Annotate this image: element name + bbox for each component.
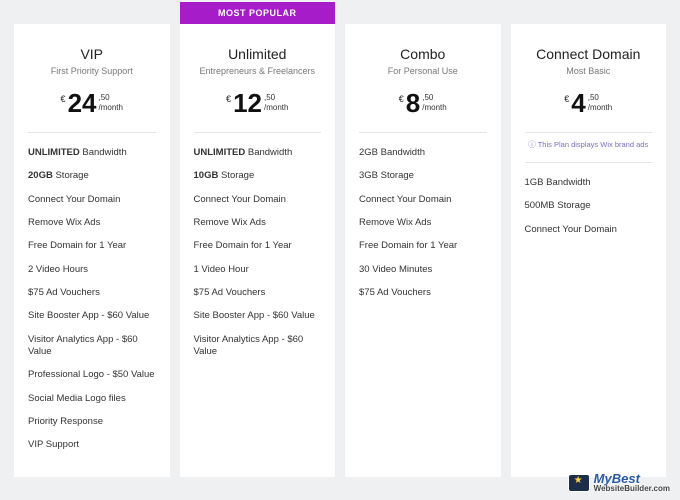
- feature-item: Visitor Analytics App - $60 Value: [194, 334, 322, 359]
- divider: [28, 132, 156, 133]
- price-integer: 12: [233, 90, 262, 116]
- divider: [525, 162, 653, 163]
- plan-subtitle: First Priority Support: [28, 66, 156, 76]
- feature-item: Free Domain for 1 Year: [28, 240, 156, 252]
- plan-subtitle: Most Basic: [525, 66, 653, 76]
- currency-symbol: €: [226, 90, 231, 104]
- feature-item: Remove Wix Ads: [28, 217, 156, 229]
- plan-name: Connect Domain: [525, 46, 653, 62]
- feature-item: VIP Support: [28, 439, 156, 451]
- feature-item: Visitor Analytics App - $60 Value: [28, 334, 156, 359]
- feature-item: 30 Video Minutes: [359, 264, 487, 276]
- feature-item: Priority Response: [28, 416, 156, 428]
- price-integer: 24: [68, 90, 97, 116]
- plan-price: € 12 ,50 /month: [194, 90, 322, 116]
- plan-name: VIP: [28, 46, 156, 62]
- price-period: /month: [588, 103, 612, 113]
- feature-item: 1 Video Hour: [194, 264, 322, 276]
- feature-item: 1GB Bandwidth: [525, 177, 653, 189]
- feature-item: Connect Your Domain: [359, 194, 487, 206]
- feature-item: 2 Video Hours: [28, 264, 156, 276]
- divider: [359, 132, 487, 133]
- plan-subtitle: For Personal Use: [359, 66, 487, 76]
- currency-symbol: €: [399, 90, 404, 104]
- feature-item: Connect Your Domain: [28, 194, 156, 206]
- currency-symbol: €: [564, 90, 569, 104]
- feature-item: $75 Ad Vouchers: [194, 287, 322, 299]
- feature-item: $75 Ad Vouchers: [359, 287, 487, 299]
- watermark-line2: WebsiteBuilder.com: [594, 485, 670, 492]
- feature-item: 10GB Storage: [194, 170, 322, 182]
- feature-item: 20GB Storage: [28, 170, 156, 182]
- plan-name: Unlimited: [194, 46, 322, 62]
- plan-price: € 8 ,50 /month: [359, 90, 487, 116]
- feature-item: Professional Logo - $50 Value: [28, 369, 156, 381]
- feature-item: Connect Your Domain: [194, 194, 322, 206]
- pricing-grid: VIP First Priority Support € 24 ,50 /mont…: [0, 0, 680, 477]
- plan-name: Combo: [359, 46, 487, 62]
- feature-item: Remove Wix Ads: [359, 217, 487, 229]
- plan-price: € 24 ,50 /month: [28, 90, 156, 116]
- plan-price: € 4 ,50 /month: [525, 90, 653, 116]
- feature-item: Social Media Logo files: [28, 393, 156, 405]
- feature-item: Free Domain for 1 Year: [359, 240, 487, 252]
- plan-subtitle: Entrepreneurs & Freelancers: [194, 66, 322, 76]
- plan-card[interactable]: Combo For Personal Use € 8 ,50 /month 2GB…: [345, 24, 501, 477]
- watermark-badge-icon: [568, 474, 590, 492]
- price-fraction: ,50: [98, 93, 122, 103]
- price-integer: 4: [571, 90, 585, 116]
- most-popular-ribbon: MOST POPULAR: [180, 2, 336, 24]
- feature-item: 500MB Storage: [525, 200, 653, 212]
- price-fraction: ,50: [588, 93, 612, 103]
- feature-item: Site Booster App - $60 Value: [28, 310, 156, 322]
- feature-item: 2GB Bandwidth: [359, 147, 487, 159]
- plan-card[interactable]: VIP First Priority Support € 24 ,50 /mont…: [14, 24, 170, 477]
- price-period: /month: [98, 103, 122, 113]
- price-integer: 8: [406, 90, 420, 116]
- feature-item: Remove Wix Ads: [194, 217, 322, 229]
- plan-card[interactable]: Connect DomainMost Basic € 4 ,50 /month …: [511, 24, 667, 477]
- price-period: /month: [264, 103, 288, 113]
- feature-item: Connect Your Domain: [525, 224, 653, 236]
- price-period: /month: [422, 103, 446, 113]
- plan-note: ⓘ This Plan displays Wix brand ads: [525, 139, 653, 150]
- feature-item: 3GB Storage: [359, 170, 487, 182]
- divider: [525, 132, 653, 133]
- feature-item: Free Domain for 1 Year: [194, 240, 322, 252]
- feature-item: UNLIMITED Bandwidth: [28, 147, 156, 159]
- price-fraction: ,50: [422, 93, 446, 103]
- price-fraction: ,50: [264, 93, 288, 103]
- currency-symbol: €: [61, 90, 66, 104]
- feature-item: UNLIMITED Bandwidth: [194, 147, 322, 159]
- plan-card[interactable]: MOST POPULAR Unlimited Entrepreneurs & Fre…: [180, 2, 336, 477]
- feature-item: Site Booster App - $60 Value: [194, 310, 322, 322]
- feature-item: $75 Ad Vouchers: [28, 287, 156, 299]
- watermark: MyBest WebsiteBuilder.com: [568, 473, 670, 492]
- divider: [194, 132, 322, 133]
